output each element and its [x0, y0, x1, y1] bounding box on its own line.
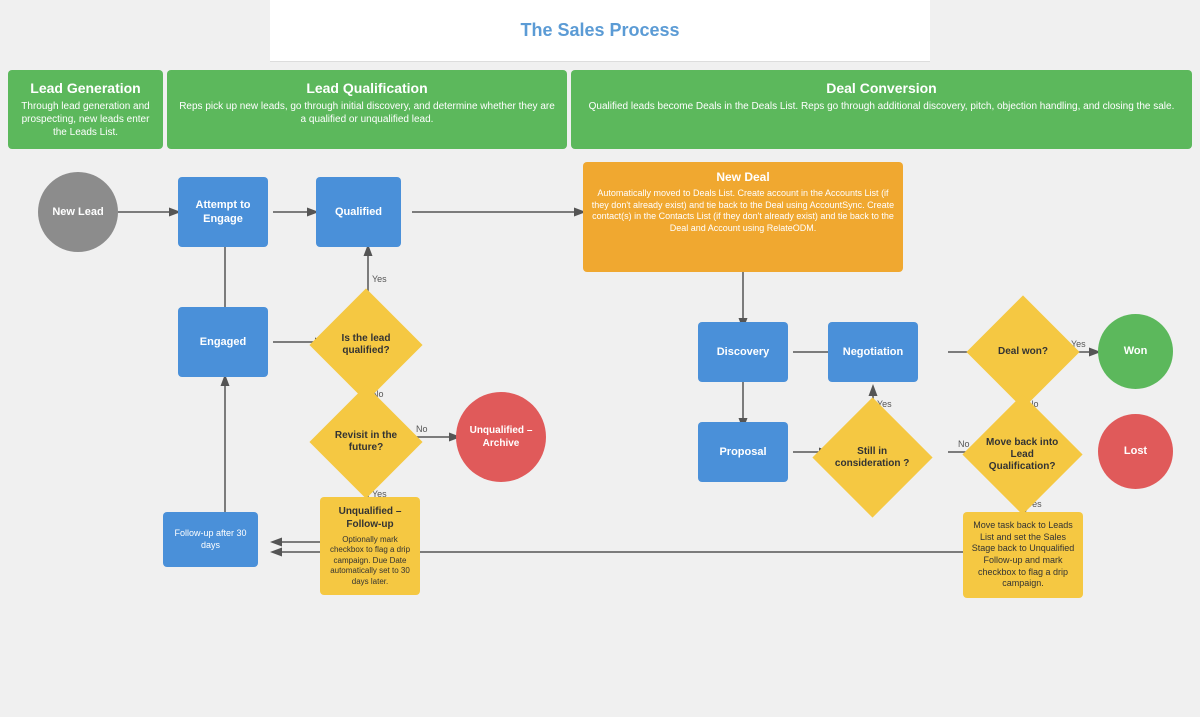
stage-headers: Lead Generation Through lead generation … [8, 70, 1192, 149]
discovery-label: Discovery [717, 345, 770, 359]
negotiation-node: Negotiation [828, 322, 918, 382]
moveback-leads-node: Move task back to Leads List and set the… [963, 512, 1083, 598]
unqualified-followup-title: Unqualified – Follow-up [328, 505, 412, 531]
still-consideration-node: Still in consideration ? [812, 397, 932, 517]
attempt-engage-label: Attempt to Engage [178, 198, 268, 227]
stage-header-title-lead-qual: Lead Qualification [179, 80, 555, 96]
deal-won-node: Deal won? [966, 295, 1079, 408]
qualified-node: Qualified [316, 177, 401, 247]
move-back-lq-node: Move back into Lead Qualification? [962, 394, 1082, 514]
lost-node: Lost [1098, 414, 1173, 489]
new-lead-label: New Lead [52, 205, 103, 219]
flow-area: Yes No No Yes No [8, 157, 1192, 687]
negotiation-label: Negotiation [843, 345, 904, 359]
still-consideration-label: Still in consideration ? [830, 446, 915, 470]
followup-30-node: Follow-up after 30 days [163, 512, 258, 567]
discovery-node: Discovery [698, 322, 788, 382]
new-deal-desc: Automatically moved to Deals List. Creat… [591, 188, 895, 235]
unqualified-archive-label: Unqualified – Archive [456, 424, 546, 450]
stage-header-desc-lead-qual: Reps pick up new leads, go through initi… [179, 100, 555, 126]
svg-text:Yes: Yes [372, 274, 387, 284]
stage-header-lead-gen: Lead Generation Through lead generation … [8, 70, 163, 149]
deal-won-label: Deal won? [998, 346, 1048, 358]
svg-text:No: No [416, 424, 428, 434]
revisit-future-label: Revisit in the future? [326, 430, 406, 454]
stage-header-title-deal-conv: Deal Conversion [583, 80, 1180, 96]
moveback-leads-label: Move task back to Leads List and set the… [972, 520, 1075, 588]
stage-header-desc-lead-gen: Through lead generation and prospecting,… [20, 100, 151, 139]
stage-header-title-lead-gen: Lead Generation [20, 80, 151, 96]
followup-30-label: Follow-up after 30 days [171, 528, 250, 551]
proposal-node: Proposal [698, 422, 788, 482]
new-deal-title: New Deal [591, 170, 895, 184]
title-area: The Sales Process [270, 0, 930, 62]
stage-header-desc-deal-conv: Qualified leads become Deals in the Deal… [583, 100, 1180, 113]
revisit-future-node: Revisit in the future? [309, 385, 422, 498]
qualified-label: Qualified [335, 205, 382, 219]
won-node: Won [1098, 314, 1173, 389]
lost-label: Lost [1124, 444, 1147, 458]
unqualified-archive-node: Unqualified – Archive [456, 392, 546, 482]
page-wrapper: The Sales Process Lead Generation Throug… [0, 0, 1200, 717]
unqualified-followup-desc: Optionally mark checkbox to flag a drip … [328, 535, 412, 587]
unqualified-followup-node: Unqualified – Follow-up Optionally mark … [320, 497, 420, 595]
engaged-label: Engaged [200, 335, 246, 349]
new-lead-node: New Lead [38, 172, 118, 252]
new-deal-node: New Deal Automatically moved to Deals Li… [583, 162, 903, 272]
proposal-label: Proposal [719, 445, 766, 459]
attempt-engage-node: Attempt to Engage [178, 177, 268, 247]
stage-header-lead-qual: Lead Qualification Reps pick up new lead… [167, 70, 567, 149]
stage-header-deal-conv: Deal Conversion Qualified leads become D… [571, 70, 1192, 149]
move-back-lq-label: Move back into Lead Qualification? [980, 437, 1065, 473]
won-label: Won [1124, 344, 1148, 358]
is-qualified-label: Is the lead qualified? [326, 333, 406, 357]
engaged-node: Engaged [178, 307, 268, 377]
page-title: The Sales Process [290, 20, 910, 41]
